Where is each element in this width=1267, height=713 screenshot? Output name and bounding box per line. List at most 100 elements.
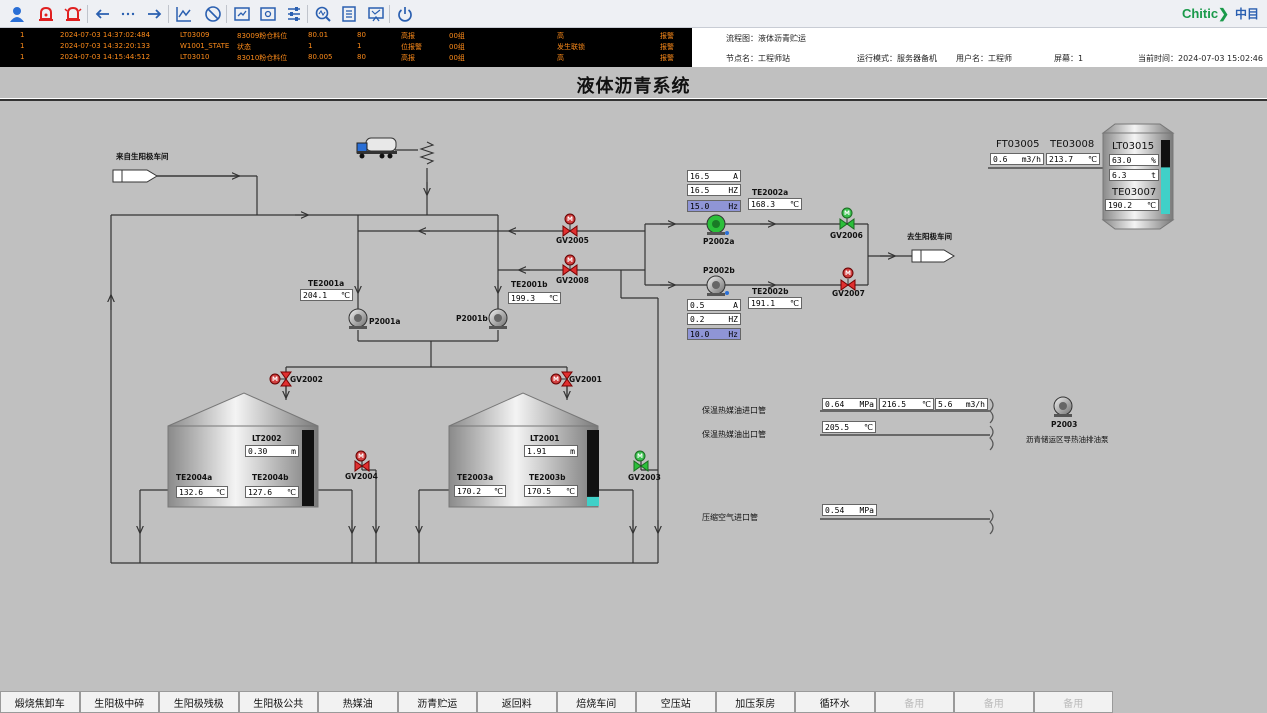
alarm-row[interactable]: 1 2024-07-03 14:32:20:133 W1001_STATE 状态 1 1 位… <box>0 41 692 52</box>
unit-text: ℃ <box>341 291 350 300</box>
forward-icon[interactable] <box>143 3 165 25</box>
alarm-icon[interactable] <box>35 3 57 25</box>
value-text: 216.5 <box>882 400 907 409</box>
oil-in-label: 保温热媒油进口管 <box>702 406 766 415</box>
value-box-te2002b[interactable]: 191.1 ℃ <box>748 297 802 309</box>
value-box-p2002b-hz2[interactable]: 10.0 Hz <box>687 328 741 340</box>
p2002a-label[interactable]: P2002a <box>703 237 734 246</box>
back-icon[interactable] <box>92 3 114 25</box>
value-text: 0.30 <box>248 447 268 456</box>
value-text: 127.6 <box>248 488 273 497</box>
value-box-oil-out-t[interactable]: 205.5 ℃ <box>822 421 876 433</box>
value-text: 132.6 <box>179 488 204 497</box>
alarm-tag: W1001_STATE <box>180 42 230 50</box>
value-box-p2002a-hz2[interactable]: 15.0 Hz <box>687 200 741 212</box>
p2001b-label[interactable]: P2001b <box>456 314 488 323</box>
report-icon[interactable] <box>231 3 253 25</box>
nav-item-2[interactable]: 生阳极中碎 <box>79 691 159 713</box>
alarm-type: 位报警 <box>401 43 422 51</box>
svg-text:M: M <box>845 270 851 277</box>
screen-icon[interactable] <box>365 3 387 25</box>
gv2008-label[interactable]: GV2008 <box>556 276 589 285</box>
gv2006-label[interactable]: GV2006 <box>830 231 863 240</box>
gv2002-label[interactable]: GV2002 <box>290 375 323 384</box>
unit-text: Hz <box>728 330 738 339</box>
pump-p2001a <box>348 308 368 329</box>
value-box-te2003a[interactable]: 170.2 ℃ <box>454 485 506 497</box>
value-box-ft03005[interactable]: 0.6 m3/h <box>990 153 1044 165</box>
nav-item-10[interactable]: 加压泵房 <box>715 691 795 713</box>
alarm-panel[interactable]: 1 2024-07-03 14:37:02:484 LT03009 83009粉仓料位… <box>0 28 692 67</box>
gv2004-label[interactable]: GV2004 <box>345 472 378 481</box>
p2002b-label[interactable]: P2002b <box>703 266 735 275</box>
value-box-te2002a[interactable]: 168.3 ℃ <box>748 198 802 210</box>
value-box-oil-in-p[interactable]: 0.64 MPa <box>822 398 877 410</box>
nav-item-6[interactable]: 沥青贮运 <box>397 691 477 713</box>
p2001a-label[interactable]: P2001a <box>369 317 400 326</box>
value-box-lt03015-t[interactable]: 6.3 t <box>1109 169 1159 181</box>
value-box-p2002b-a[interactable]: 0.5 A <box>687 299 741 311</box>
inlet-connector <box>112 169 158 183</box>
alarm-row[interactable]: 1 2024-07-03 14:15:44:512 LT03010 83010粉仓料位… <box>0 52 692 63</box>
gv2003-label[interactable]: GV2003 <box>628 473 661 482</box>
user-icon[interactable] <box>6 3 28 25</box>
value-text: 0.54 <box>825 506 845 515</box>
p2003-label[interactable]: P2003 <box>1051 420 1077 429</box>
power-icon[interactable] <box>394 3 416 25</box>
value-text: 6.3 <box>1112 171 1127 180</box>
from-workshop-label: 来自生阳极车间 <box>116 152 169 161</box>
gv2001-label[interactable]: GV2001 <box>569 375 602 384</box>
alarm-limit: 80 <box>357 53 366 61</box>
unit-text: HZ <box>728 186 738 195</box>
alarm-value: 80.005 <box>308 53 333 61</box>
value-text: 0.64 <box>825 400 845 409</box>
value-box-p2002b-hz[interactable]: 0.2 HZ <box>687 313 741 325</box>
value-box-te03007[interactable]: 190.2 ℃ <box>1105 199 1159 211</box>
value-box-te2004b[interactable]: 127.6 ℃ <box>245 486 299 498</box>
value-box-te2004a[interactable]: 132.6 ℃ <box>176 486 228 498</box>
alarm-desc: 状态 <box>237 43 251 51</box>
value-text: 168.3 <box>751 200 776 209</box>
gv2007-label[interactable]: GV2007 <box>832 289 865 298</box>
alarm-row[interactable]: 1 2024-07-03 14:37:02:484 LT03009 83009粉仓料位… <box>0 30 692 41</box>
alarm-desc: 83010粉仓料位 <box>237 54 288 62</box>
nav-item-11[interactable]: 循环水 <box>795 691 875 713</box>
nav-item-14: 备用 <box>1033 691 1113 713</box>
nav-item-5[interactable]: 热媒油 <box>318 691 398 713</box>
gv2005-label[interactable]: GV2005 <box>556 236 589 245</box>
pipe-network: M M M M M M M M <box>0 123 1175 564</box>
value-box-te03008[interactable]: 213.7 ℃ <box>1046 153 1100 165</box>
value-box-p2002a-hz[interactable]: 16.5 HZ <box>687 184 741 196</box>
value-box-air-p[interactable]: 0.54 MPa <box>822 504 877 516</box>
value-box-te2001b[interactable]: 199.3 ℃ <box>508 292 561 304</box>
value-box-te2001a[interactable]: 204.1 ℃ <box>300 289 353 301</box>
log-icon[interactable] <box>338 3 360 25</box>
title-bar: 液体沥青系统 <box>0 67 1267 101</box>
more-icon[interactable] <box>117 3 139 25</box>
nav-item-1[interactable]: 煅烧焦卸车 <box>0 691 80 713</box>
unit-text: ℃ <box>566 487 575 496</box>
value-box-oil-in-t[interactable]: 216.5 ℃ <box>879 398 934 410</box>
lt2001-label: LT2001 <box>530 434 560 443</box>
value-box-oil-in-f[interactable]: 5.6 m3/h <box>935 398 988 410</box>
diagnose-icon[interactable] <box>312 3 334 25</box>
nav-item-3[interactable]: 生阳极残极 <box>159 691 239 713</box>
te2001b-label: TE2001b <box>511 280 548 289</box>
settings-icon[interactable] <box>283 3 305 25</box>
value-box-lt2002[interactable]: 0.30 m <box>245 445 299 457</box>
trend-icon[interactable] <box>173 3 195 25</box>
value-box-lt2001[interactable]: 1.91 m <box>524 445 578 457</box>
config-icon[interactable] <box>257 3 279 25</box>
value-box-te2003b[interactable]: 170.5 ℃ <box>524 485 578 497</box>
alarm-list-icon[interactable] <box>62 3 84 25</box>
nav-item-4[interactable]: 生阳极公共 <box>238 691 318 713</box>
user-name: 用户名：工程师 <box>956 54 1012 63</box>
info-panel: 流程图：液体沥青贮运 节点名：工程师站 运行模式：服务器备机 用户名：工程师 屏… <box>692 28 1267 67</box>
nav-item-7[interactable]: 返回料 <box>477 691 557 713</box>
nav-item-8[interactable]: 焙烧车间 <box>556 691 636 713</box>
value-box-p2002a-a[interactable]: 16.5 A <box>687 170 741 182</box>
value-box-lt03015-pct[interactable]: 63.0% <box>1109 154 1159 166</box>
unit-text: m <box>291 447 296 456</box>
nav-item-9[interactable]: 空压站 <box>636 691 716 713</box>
stop-icon[interactable] <box>202 3 224 25</box>
